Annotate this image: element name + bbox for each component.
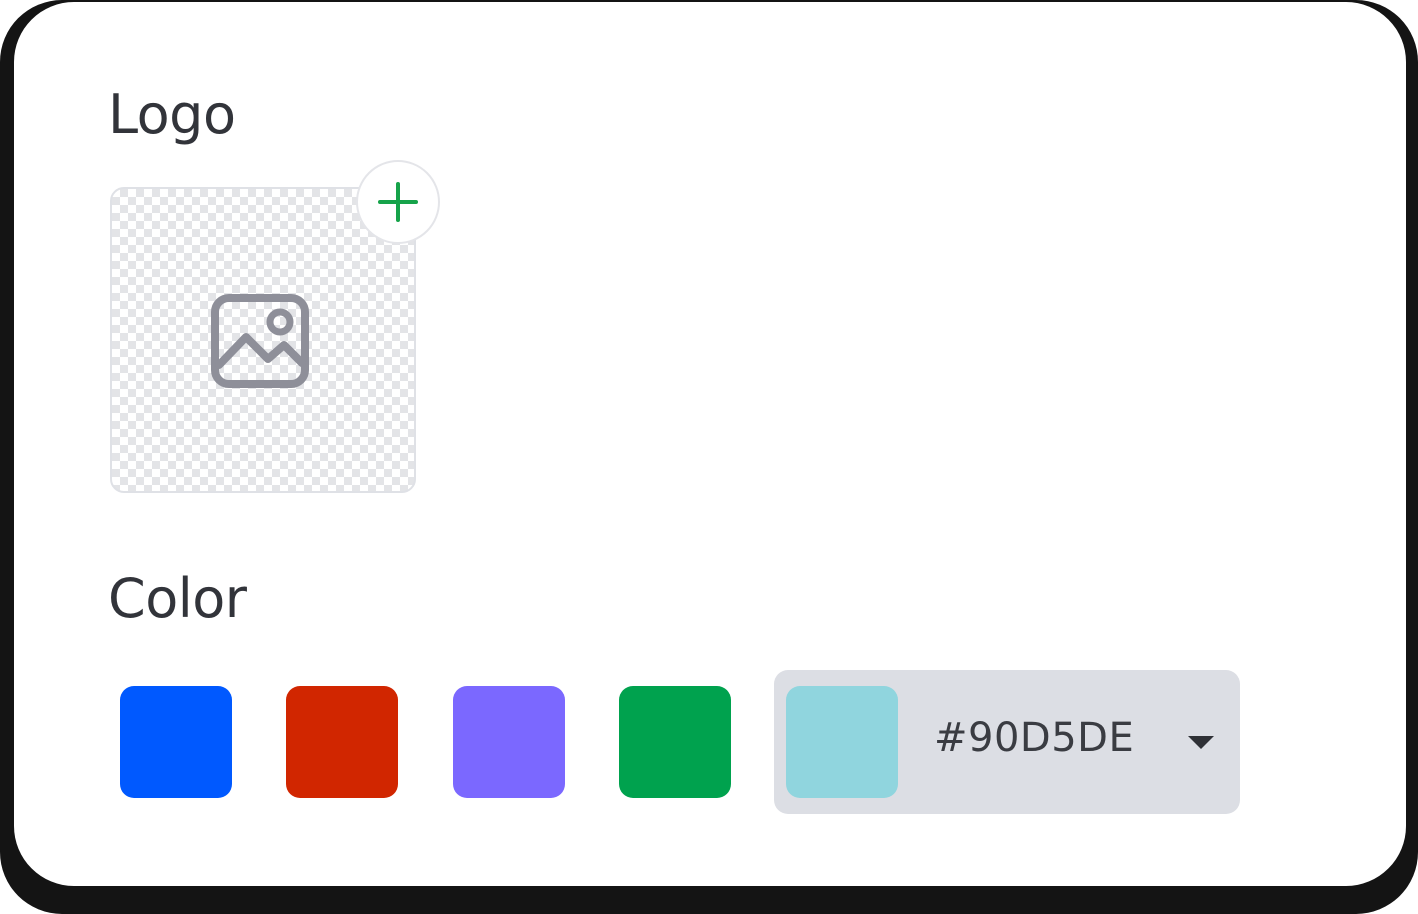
color-swatch-green[interactable] <box>619 686 731 798</box>
add-logo-button[interactable] <box>356 160 440 244</box>
plus-icon <box>378 182 418 222</box>
caret-down-icon <box>1188 736 1214 749</box>
color-swatch-purple[interactable] <box>453 686 565 798</box>
color-swatch-red[interactable] <box>286 686 398 798</box>
color-section-title: Color <box>108 567 247 630</box>
hex-color-value: #90D5DE <box>934 715 1135 761</box>
color-swatch-blue[interactable] <box>120 686 232 798</box>
logo-section-title: Logo <box>108 83 236 146</box>
branding-card: Logo Color #90D5DE <box>14 2 1406 886</box>
custom-color-swatch <box>786 686 898 798</box>
custom-color-dropdown[interactable]: #90D5DE <box>774 670 1240 814</box>
image-icon <box>211 294 309 388</box>
